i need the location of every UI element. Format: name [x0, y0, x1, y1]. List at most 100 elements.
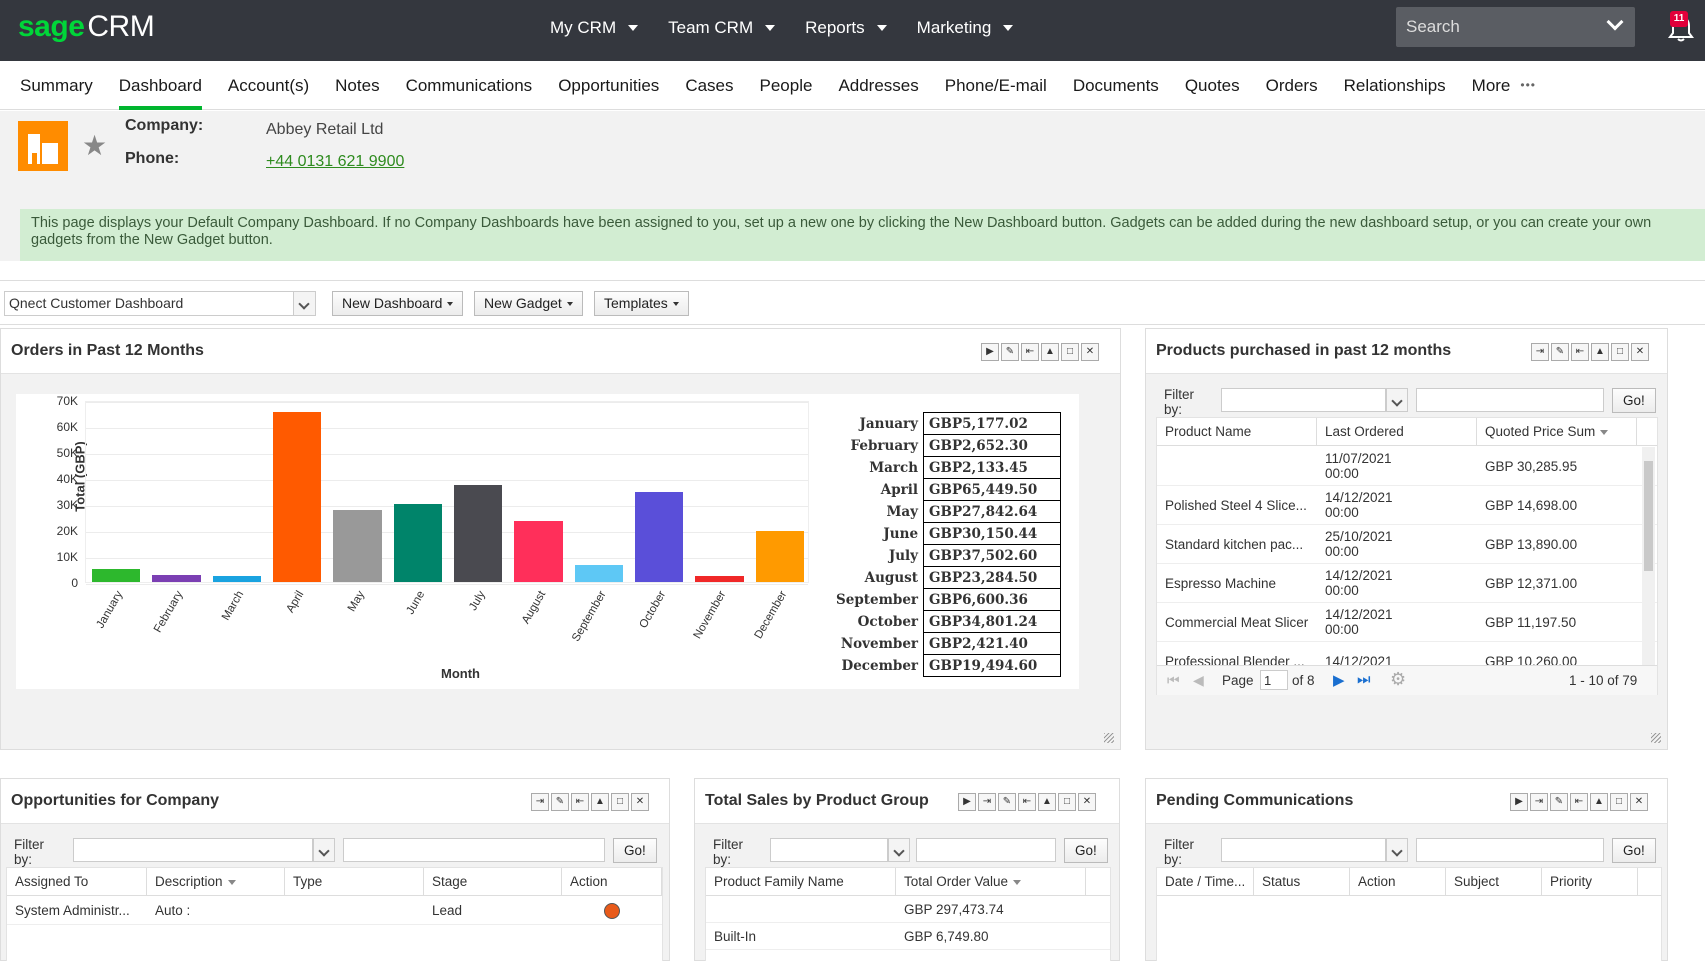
chart-bar[interactable] [635, 491, 684, 582]
pin-icon[interactable]: ⇤ [1571, 343, 1589, 361]
column-assigned-to[interactable]: Assigned To [7, 868, 147, 895]
collapse-icon[interactable]: ▲ [591, 793, 609, 811]
column-stage[interactable]: Stage [424, 868, 562, 895]
export-icon[interactable]: ⇥ [1530, 793, 1548, 811]
column-total-order-value[interactable]: Total Order Value [896, 868, 1086, 895]
table-row[interactable]: Commercial Meat Slicer 14/12/2021 00:00 GB… [1157, 603, 1657, 642]
play-icon[interactable]: ▶ [981, 343, 999, 361]
chart-bar[interactable] [273, 411, 322, 582]
resize-handle-icon[interactable] [1104, 733, 1114, 743]
edit-icon[interactable]: ✎ [1550, 793, 1568, 811]
filter-field-select[interactable] [1221, 838, 1386, 862]
pin-icon[interactable]: ⇤ [571, 793, 589, 811]
table-row[interactable]: Built-In GBP 6,749.80 [706, 924, 1110, 950]
page-number-input[interactable]: 1 [1260, 670, 1288, 690]
chart-bar[interactable] [574, 564, 623, 582]
tab-notes[interactable]: Notes [335, 61, 379, 110]
close-icon[interactable]: ✕ [1078, 793, 1096, 811]
last-page-icon[interactable]: ⏭ [1357, 671, 1371, 688]
chart-bar[interactable] [393, 503, 442, 582]
table-row[interactable]: Standard kitchen pac... 25/10/2021 00:00 G… [1157, 525, 1657, 564]
chevron-down-icon[interactable] [293, 292, 315, 315]
tab-cases[interactable]: Cases [685, 61, 733, 110]
tab-opportunities[interactable]: Opportunities [558, 61, 659, 110]
export-icon[interactable]: ⇥ [978, 793, 996, 811]
tab-more[interactable]: More [1472, 61, 1511, 110]
chart-bar[interactable] [514, 521, 563, 582]
sage-crm-logo[interactable]: sage CRM [18, 10, 155, 44]
close-icon[interactable]: ✕ [631, 793, 649, 811]
filter-value-input[interactable] [1416, 838, 1604, 862]
close-icon[interactable]: ✕ [1081, 343, 1099, 361]
column-product-name[interactable]: Product Name [1157, 418, 1317, 445]
export-icon[interactable]: ⇥ [1531, 343, 1549, 361]
nav-my-crm[interactable]: My CRM [550, 18, 639, 38]
favourite-star-icon[interactable]: ★ [82, 129, 107, 162]
chart-bar[interactable] [152, 575, 201, 582]
filter-field-select[interactable] [770, 838, 888, 862]
collapse-icon[interactable]: ▲ [1591, 343, 1609, 361]
search-box[interactable]: Search [1396, 7, 1635, 47]
nav-team-crm[interactable]: Team CRM [668, 18, 776, 38]
close-icon[interactable]: ✕ [1631, 343, 1649, 361]
go-button[interactable]: Go! [1612, 838, 1656, 863]
maximize-icon[interactable]: □ [1610, 793, 1628, 811]
chart-bar[interactable] [212, 576, 261, 582]
collapse-icon[interactable]: ▲ [1041, 343, 1059, 361]
chevron-down-icon[interactable] [313, 838, 335, 862]
new-dashboard-button[interactable]: New Dashboard [332, 291, 464, 316]
column-last-ordered[interactable]: Last Ordered [1317, 418, 1477, 445]
tab-relationships[interactable]: Relationships [1344, 61, 1446, 110]
tab-phone-email[interactable]: Phone/E-mail [945, 61, 1047, 110]
table-row[interactable]: Polished Steel 4 Slice... 14/12/2021 00:0… [1157, 486, 1657, 525]
play-icon[interactable]: ▶ [1510, 793, 1528, 811]
tab-summary[interactable]: Summary [20, 61, 93, 110]
pin-icon[interactable]: ⇤ [1018, 793, 1036, 811]
play-icon[interactable]: ▶ [958, 793, 976, 811]
tab-documents[interactable]: Documents [1073, 61, 1159, 110]
maximize-icon[interactable]: □ [611, 793, 629, 811]
pin-icon[interactable]: ⇤ [1021, 343, 1039, 361]
more-dots-icon[interactable]: ••• [1520, 61, 1536, 110]
column-type[interactable]: Type [285, 868, 424, 895]
tab-quotes[interactable]: Quotes [1185, 61, 1240, 110]
chart-bar[interactable] [454, 484, 503, 582]
column-description[interactable]: Description [147, 868, 285, 895]
chevron-down-icon[interactable] [1606, 13, 1624, 31]
dashboard-select[interactable]: Qnect Customer Dashboard [4, 291, 316, 316]
maximize-icon[interactable]: □ [1611, 343, 1629, 361]
filter-value-input[interactable] [1416, 388, 1604, 412]
next-page-icon[interactable]: ▶ [1333, 671, 1345, 689]
edit-icon[interactable]: ✎ [551, 793, 569, 811]
maximize-icon[interactable]: □ [1061, 343, 1079, 361]
new-gadget-button[interactable]: New Gadget [474, 291, 583, 316]
prev-page-icon[interactable]: ◀ [1193, 672, 1204, 689]
chart-bar[interactable] [695, 575, 744, 582]
phone-link[interactable]: +44 0131 621 9900 [266, 153, 404, 171]
nav-reports[interactable]: Reports [805, 18, 887, 38]
filter-value-input[interactable] [916, 838, 1056, 862]
edit-icon[interactable]: ✎ [1551, 343, 1569, 361]
chevron-down-icon[interactable] [888, 838, 910, 862]
export-icon[interactable]: ⇥ [531, 793, 549, 811]
scroll-thumb[interactable] [1644, 461, 1653, 571]
first-page-icon[interactable]: ⏮ [1167, 672, 1180, 689]
column-action[interactable]: Action [1350, 868, 1446, 895]
edit-icon[interactable]: ✎ [998, 793, 1016, 811]
column-product-family-name[interactable]: Product Family Name [706, 868, 896, 895]
tab-orders[interactable]: Orders [1266, 61, 1318, 110]
chevron-down-icon[interactable] [1386, 388, 1408, 412]
column-quoted-price-sum[interactable]: Quoted Price Sum [1477, 418, 1637, 445]
filter-field-select[interactable] [73, 838, 313, 862]
table-row[interactable]: Espresso Machine 14/12/2021 00:00 GBP 12,3… [1157, 564, 1657, 603]
chart-bar[interactable] [333, 509, 382, 582]
go-button[interactable]: Go! [1612, 388, 1656, 413]
close-icon[interactable]: ✕ [1630, 793, 1648, 811]
edit-icon[interactable]: ✎ [1001, 343, 1019, 361]
column-subject[interactable]: Subject [1446, 868, 1542, 895]
refresh-icon[interactable]: ⚙ [1390, 669, 1406, 690]
tab-addresses[interactable]: Addresses [838, 61, 918, 110]
table-row[interactable]: 11/07/2021 00:00 GBP 30,285.95 [1157, 447, 1657, 486]
filter-field-select[interactable] [1221, 388, 1386, 412]
column-action[interactable]: Action [562, 868, 662, 895]
